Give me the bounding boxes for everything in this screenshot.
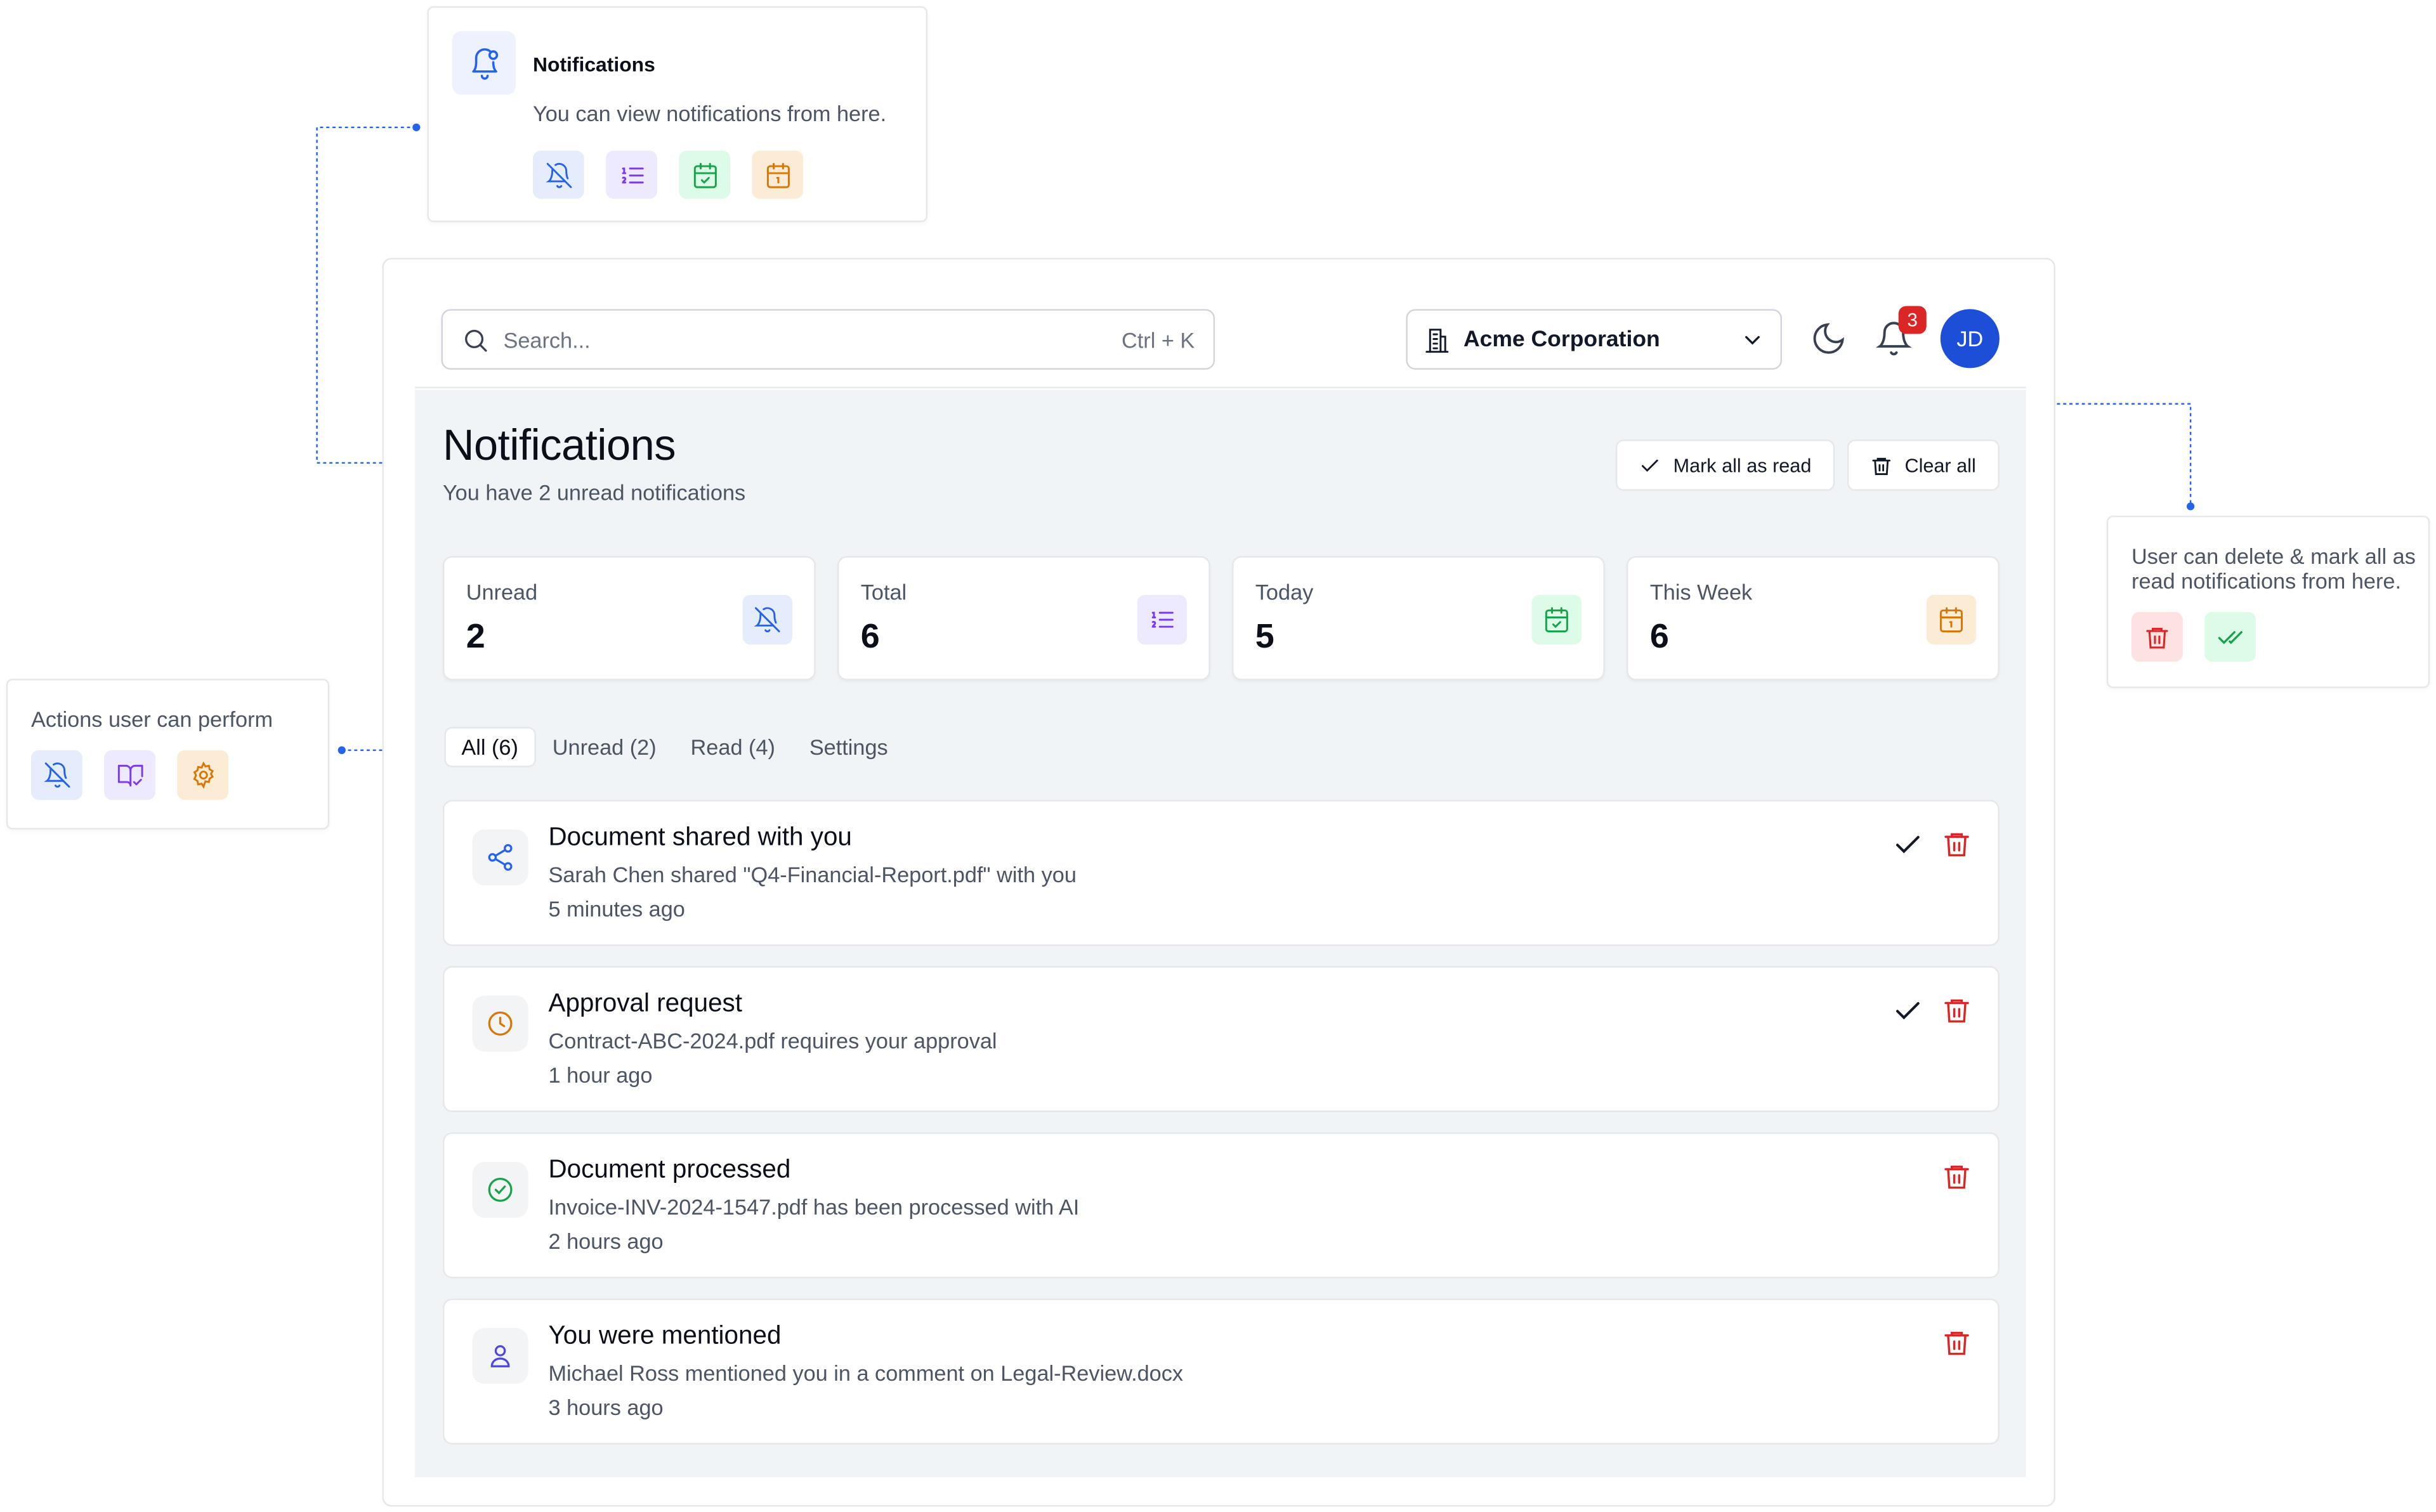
delete-button[interactable] (1942, 1328, 1972, 1358)
mark-read-button[interactable] (1892, 830, 1923, 861)
stat-label: Total (860, 579, 907, 604)
notification-title: Document processed (548, 1156, 791, 1184)
notification-time: 3 hours ago (548, 1395, 664, 1420)
trash-icon (1944, 833, 1969, 857)
app-window: Search... Ctrl + K Acme Corporation 3 JD… (382, 257, 2056, 1507)
page-subtitle: You have 2 unread notifications (442, 479, 746, 505)
tab-read[interactable]: Read (4) (675, 729, 790, 766)
check-icon (1896, 835, 1920, 854)
callout-notifications-text: You can view notifications from here. (533, 101, 887, 126)
tab-all[interactable]: All (6) (445, 728, 534, 766)
calendar-check-icon (1531, 594, 1582, 645)
check-circle-icon (472, 1161, 528, 1218)
notification-item[interactable]: Document processed Invoice-INV-2024-1547… (442, 1132, 2000, 1279)
search-placeholder: Search... (503, 327, 591, 352)
callout-notifications-title: Notifications (533, 53, 655, 77)
bell-off-icon (30, 750, 82, 800)
notification-time: 1 hour ago (548, 1062, 653, 1088)
search-input[interactable]: Search... Ctrl + K (441, 309, 1215, 370)
notification-count-badge: 3 (1898, 306, 1927, 334)
callout-notifications: Notifications You can view notifications… (427, 6, 928, 223)
notification-time: 5 minutes ago (548, 896, 685, 922)
bell-off-icon (742, 594, 792, 645)
bell-icon (452, 30, 516, 95)
mark-all-read-label: Mark all as read (1673, 454, 1812, 476)
trash-icon (1944, 1165, 1969, 1189)
notification-item[interactable]: You were mentioned Michael Ross mentione… (442, 1298, 2000, 1445)
book-check-icon (104, 750, 155, 800)
notification-item[interactable]: Approval request Contract-ABC-2024.pdf r… (442, 966, 2000, 1112)
search-shortcut: Ctrl + K (1121, 327, 1195, 352)
check-icon (1896, 1002, 1920, 1020)
notification-description: Invoice-INV-2024-1547.pdf has been proce… (548, 1194, 1080, 1220)
calendar-day-icon (1926, 594, 1977, 645)
theme-toggle-button[interactable] (1810, 320, 1847, 365)
clock-icon (472, 995, 528, 1052)
notification-title: Document shared with you (548, 823, 852, 852)
notification-description: Contract-ABC-2024.pdf requires your appr… (548, 1028, 997, 1053)
clear-all-button[interactable]: Clear all (1847, 440, 2000, 491)
stat-card-unread: Unread 2 (442, 556, 816, 681)
org-selector[interactable]: Acme Corporation (1406, 309, 1783, 370)
delete-button[interactable] (1942, 830, 1972, 859)
callout-actions-text: Actions user can perform (30, 707, 273, 732)
double-check-icon (2204, 611, 2256, 662)
mark-read-button[interactable] (1892, 996, 1923, 1027)
filter-tabs: All (6) Unread (2) Read (4) Settings (445, 727, 907, 767)
share-icon (472, 829, 528, 885)
stat-value: 2 (466, 616, 485, 656)
callout-delete: User can delete & mark all as read notif… (2106, 516, 2430, 688)
stat-card-this-week: This Week 6 (1627, 556, 2000, 681)
mark-all-read-button[interactable]: Mark all as read (1615, 440, 1835, 491)
notification-title: You were mentioned (548, 1322, 782, 1350)
calendar-day-icon (752, 150, 804, 199)
delete-button[interactable] (1942, 996, 1972, 1026)
callout-delete-text: User can delete & mark all as read notif… (2132, 544, 2416, 594)
chevron-down-icon (1745, 335, 1760, 344)
gear-icon (177, 750, 229, 800)
callout-actions: Actions user can perform (6, 679, 330, 830)
notification-description: Michael Ross mentioned you in a comment … (548, 1360, 1184, 1386)
org-name: Acme Corporation (1463, 327, 1660, 352)
avatar[interactable]: JD (1940, 309, 2000, 368)
notification-time: 2 hours ago (548, 1228, 664, 1254)
stat-label: This Week (1649, 579, 1753, 604)
notification-title: Approval request (548, 989, 743, 1018)
notifications-page: Notifications You have 2 unread notifica… (414, 389, 2026, 1477)
building-icon (1425, 328, 1449, 352)
notification-item[interactable]: Document shared with you Sarah Chen shar… (442, 800, 2000, 946)
trash-icon (2132, 611, 2183, 662)
stat-value: 6 (1649, 616, 1669, 656)
list-ordered-icon (606, 150, 657, 199)
stat-label: Unread (466, 579, 538, 604)
stat-label: Today (1255, 579, 1314, 604)
stat-card-today: Today 5 (1232, 556, 1605, 681)
moon-icon (1813, 323, 1844, 354)
trash-icon (1944, 999, 1969, 1023)
check-icon (1641, 459, 1658, 471)
page-title: Notifications (442, 420, 676, 469)
trash-icon (1944, 1331, 1969, 1355)
tab-settings[interactable]: Settings (794, 729, 903, 766)
delete-button[interactable] (1942, 1162, 1972, 1192)
notification-description: Sarah Chen shared "Q4-Financial-Report.p… (548, 862, 1077, 887)
calendar-check-icon (679, 150, 731, 199)
list-ordered-icon (1137, 594, 1188, 645)
bell-off-icon (533, 150, 584, 199)
stat-value: 5 (1255, 616, 1274, 656)
user-icon (472, 1327, 528, 1385)
clear-all-label: Clear all (1904, 454, 1976, 476)
tab-unread[interactable]: Unread (2) (537, 729, 672, 766)
top-bar: Search... Ctrl + K Acme Corporation 3 JD (414, 259, 2026, 389)
stat-card-total: Total 6 (837, 556, 1210, 681)
trash-icon (1872, 457, 1891, 474)
search-icon (465, 329, 487, 351)
stat-value: 6 (860, 616, 880, 656)
